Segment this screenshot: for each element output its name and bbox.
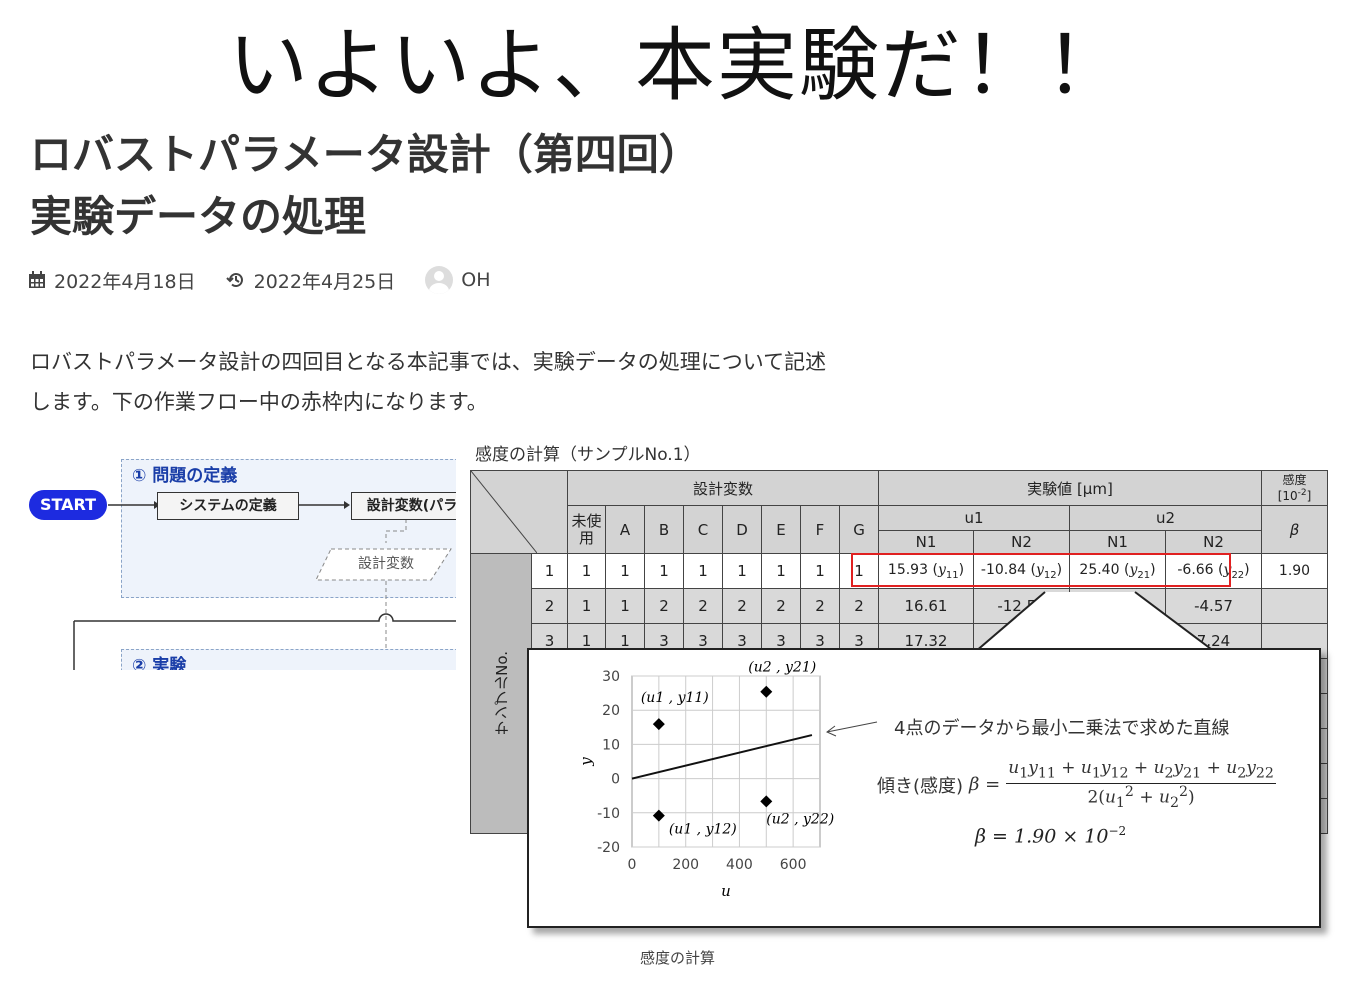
point-label: (u1 , y11) xyxy=(641,690,709,706)
figure-caption: 感度の計算 xyxy=(639,949,715,967)
point-label: (u1 , y12) xyxy=(669,822,737,838)
intro-line1: ロバストパラメータ設計の四回目となる本記事では、実験データの処理について記述 xyxy=(30,350,827,374)
x-tick-label: 200 xyxy=(672,857,699,873)
regression-popup: 0 200 400 600 -20 -10 0 10 20 30 u y (u1 , y11) (u1 … xyxy=(527,648,1321,928)
beta-result: β = 1.90 × 10−2 xyxy=(975,824,1127,848)
design-variable-box: 設計変数(パラ xyxy=(351,492,456,520)
author-avatar[interactable] xyxy=(425,266,454,294)
published-date-link[interactable]: 2022年4月18日 xyxy=(54,267,196,294)
design-variable-data: 設計変数 xyxy=(358,556,414,572)
phase2-label: ② 実験 xyxy=(132,656,187,670)
annotation-arrow xyxy=(826,721,878,733)
workflow-diagram: ① 問題の定義 START システムの定義 設計変数(パラ 設計変数 ② 実験 xyxy=(26,455,456,670)
point-label: (u2 , y21) xyxy=(748,660,816,676)
intro-line2: します。下の作業フロー中の赤枠内になります。 xyxy=(30,390,488,414)
post-title: ロバストパラメータ設計（第四回） 実験データの処理 xyxy=(30,124,701,248)
banner-title: いよいよ、本実験だ！！ xyxy=(228,19,1127,112)
system-definition-box: システムの定義 xyxy=(157,492,299,520)
x-tick-label: 0 xyxy=(628,857,637,873)
post-title-line1: ロバストパラメータ設計（第四回） xyxy=(30,130,701,179)
y-tick-label: -20 xyxy=(597,840,620,856)
slope-formula: 傾き(感度) β = u1y11 + u1y12 + u2y21 + u2y22… xyxy=(877,758,1276,812)
x-tick-label: 400 xyxy=(726,857,753,873)
author-link[interactable]: OH xyxy=(461,269,490,291)
y-tick-label: 10 xyxy=(602,737,620,753)
calendar-icon xyxy=(29,271,45,288)
post-meta: 2022年4月18日 2022年4月25日 OH xyxy=(28,262,491,298)
y-axis-label: y xyxy=(577,757,595,767)
y-tick-label: 0 xyxy=(611,772,620,788)
slope-label: 傾き(感度) xyxy=(877,775,964,797)
history-icon xyxy=(225,273,243,288)
fit-annotation: 4点のデータから最小二乗法で求めた直線 xyxy=(894,718,1230,739)
x-axis-label: u xyxy=(721,882,731,900)
y-tick-label: 20 xyxy=(602,703,620,719)
x-tick-label: 600 xyxy=(780,857,807,873)
intro-paragraph: ロバストパラメータ設計の四回目となる本記事では、実験データの処理について記述 し… xyxy=(30,342,930,422)
point-label: (u2 , y22) xyxy=(766,811,834,827)
y-tick-label: -10 xyxy=(597,806,620,822)
y-tick-label: 30 xyxy=(602,669,620,685)
updated-date-link[interactable]: 2022年4月25日 xyxy=(254,267,396,294)
post-title-line2: 実験データの処理 xyxy=(30,192,367,241)
